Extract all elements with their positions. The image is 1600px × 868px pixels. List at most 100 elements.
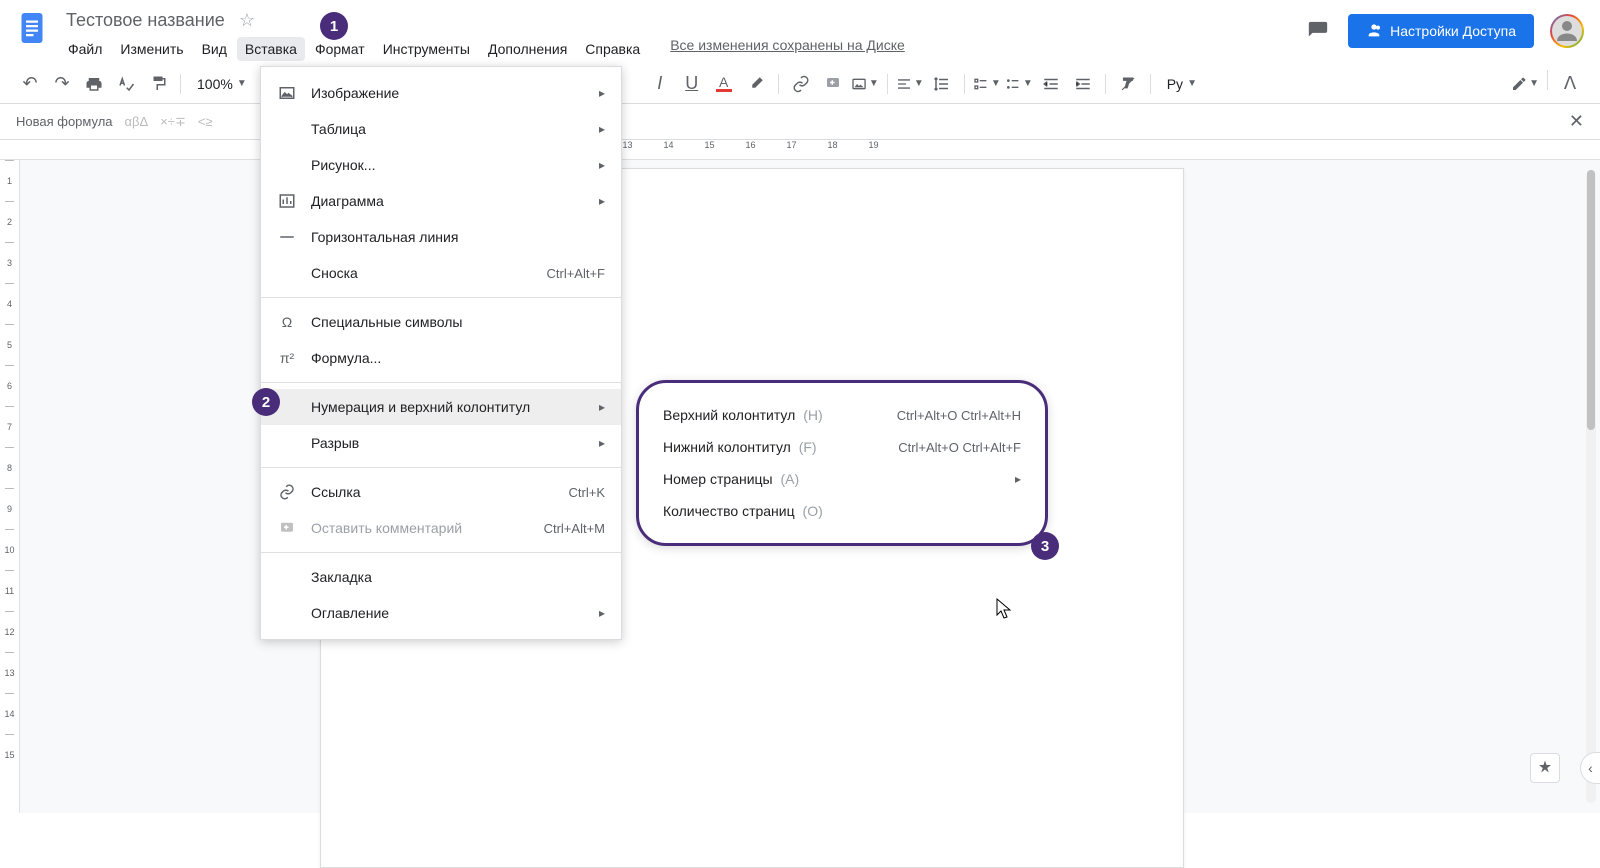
input-tools-select[interactable]: Ру▼: [1159, 72, 1205, 96]
comments-button[interactable]: [1304, 17, 1332, 45]
link-icon: [277, 482, 297, 502]
menu-help[interactable]: Справка: [577, 37, 648, 61]
header-footer-submenu: Верхний колонтитул (H) Ctrl+Alt+O Ctrl+A…: [636, 380, 1048, 546]
submenu-arrow-icon: ▸: [599, 194, 605, 208]
insert-footnote[interactable]: Сноска Ctrl+Alt+F: [261, 255, 621, 291]
insert-header-footer[interactable]: Нумерация и верхний колонтитул ▸: [261, 389, 621, 425]
checklist-button[interactable]: ▼: [973, 70, 1001, 98]
toolbar-sep: [1547, 70, 1548, 90]
share-button[interactable]: Настройки Доступа: [1348, 14, 1534, 48]
explore-button[interactable]: [1530, 753, 1560, 783]
decrease-indent-button[interactable]: [1037, 70, 1065, 98]
toolbar-sep: [1105, 74, 1106, 94]
menu-format[interactable]: Формат: [307, 37, 373, 61]
annotation-badge-3: 3: [1031, 532, 1059, 560]
editing-mode-button[interactable]: ▼: [1511, 70, 1539, 98]
toolbar-sep: [778, 74, 779, 94]
menu-tools[interactable]: Инструменты: [375, 37, 478, 61]
insert-table[interactable]: Таблица ▸: [261, 111, 621, 147]
insert-image-button[interactable]: ▼: [851, 70, 879, 98]
omega-icon: Ω: [277, 312, 297, 332]
text-color-button[interactable]: A: [710, 70, 738, 98]
submenu-arrow-icon: ▸: [599, 122, 605, 136]
submenu-page-count[interactable]: Количество страниц (O): [639, 495, 1045, 527]
operators-button[interactable]: ×÷∓: [160, 114, 186, 130]
docs-logo[interactable]: [12, 8, 52, 48]
toolbar-sep: [964, 74, 965, 94]
pi-icon: π²: [277, 348, 297, 368]
increase-indent-button[interactable]: [1069, 70, 1097, 98]
submenu-arrow-icon: ▸: [1015, 472, 1021, 486]
italic-button[interactable]: I: [646, 70, 674, 98]
save-status[interactable]: Все изменения сохранены на Диске: [670, 37, 905, 61]
scrollbar-thumb[interactable]: [1587, 170, 1595, 430]
insert-link-button[interactable]: [787, 70, 815, 98]
insert-special-chars[interactable]: Ω Специальные символы: [261, 304, 621, 340]
comment-icon: [277, 518, 297, 538]
clear-format-button[interactable]: [1114, 70, 1142, 98]
submenu-arrow-icon: ▸: [599, 158, 605, 172]
submenu-arrow-icon: ▸: [599, 436, 605, 450]
insert-comment: Оставить комментарий Ctrl+Alt+M: [261, 510, 621, 546]
zoom-select[interactable]: 100%▼: [189, 72, 255, 96]
insert-comment-button[interactable]: [819, 70, 847, 98]
menu-view[interactable]: Вид: [194, 37, 235, 61]
line-spacing-button[interactable]: [928, 70, 956, 98]
equation-toolbar: Новая формула αβΔ ×÷∓ <≥ ✕: [0, 104, 1600, 140]
menu-edit[interactable]: Изменить: [112, 37, 191, 61]
submenu-page-number[interactable]: Номер страницы (A) ▸: [639, 463, 1045, 495]
spellcheck-button[interactable]: [112, 70, 140, 98]
image-icon: [277, 83, 297, 103]
insert-break[interactable]: Разрыв ▸: [261, 425, 621, 461]
hide-menus-button[interactable]: ᐱ: [1556, 70, 1584, 98]
undo-button[interactable]: ↶: [16, 70, 44, 98]
insert-link[interactable]: Ссылка Ctrl+K: [261, 474, 621, 510]
greek-letters-button[interactable]: αβΔ: [125, 114, 149, 129]
menu-separator: [261, 552, 621, 553]
toolbar-sep: [180, 74, 181, 94]
toolbar-sep: [1150, 74, 1151, 94]
chart-icon: [277, 191, 297, 211]
menu-file[interactable]: Файл: [60, 37, 110, 61]
menu-insert[interactable]: Вставка: [237, 37, 305, 61]
insert-drawing[interactable]: Рисунок... ▸: [261, 147, 621, 183]
vertical-ruler[interactable]: 123456789101112131415: [0, 160, 20, 813]
new-equation-button[interactable]: Новая формула: [16, 114, 113, 129]
user-avatar[interactable]: [1550, 14, 1584, 48]
underline-button[interactable]: U: [678, 70, 706, 98]
bulleted-list-button[interactable]: ▼: [1005, 70, 1033, 98]
menubar: Файл Изменить Вид Вставка Формат Инструм…: [60, 37, 1304, 61]
close-equation-toolbar[interactable]: ✕: [1569, 111, 1584, 132]
submenu-footer[interactable]: Нижний колонтитул (F) Ctrl+Alt+O Ctrl+Al…: [639, 431, 1045, 463]
toolbar: ↶ ↷ 100%▼ I U A ▼ ▼ ▼ ▼ Ру▼ ▼ ᐱ: [0, 64, 1600, 104]
insert-chart[interactable]: Диаграмма ▸: [261, 183, 621, 219]
insert-bookmark[interactable]: Закладка: [261, 559, 621, 595]
toolbar-sep: [887, 74, 888, 94]
insert-equation[interactable]: π² Формула...: [261, 340, 621, 376]
horizontal-ruler[interactable]: 678910111213141516171819: [0, 140, 1600, 160]
align-button[interactable]: ▼: [896, 70, 924, 98]
doc-title[interactable]: Тестовое название: [60, 8, 231, 33]
print-button[interactable]: [80, 70, 108, 98]
submenu-arrow-icon: ▸: [599, 606, 605, 620]
submenu-header[interactable]: Верхний колонтитул (H) Ctrl+Alt+O Ctrl+A…: [639, 399, 1045, 431]
relations-button[interactable]: <≥: [198, 114, 213, 129]
paint-format-button[interactable]: [144, 70, 172, 98]
star-icon[interactable]: ☆: [239, 10, 255, 31]
vertical-scrollbar[interactable]: [1586, 170, 1596, 803]
submenu-arrow-icon: ▸: [599, 86, 605, 100]
submenu-arrow-icon: ▸: [599, 400, 605, 414]
highlight-button[interactable]: [742, 70, 770, 98]
share-button-label: Настройки Доступа: [1390, 23, 1516, 39]
insert-hr[interactable]: Горизонтальная линия: [261, 219, 621, 255]
insert-menu-dropdown: Изображение ▸ Таблица ▸ Рисунок... ▸ Диа…: [260, 66, 622, 640]
insert-image[interactable]: Изображение ▸: [261, 75, 621, 111]
menu-addons[interactable]: Дополнения: [480, 37, 575, 61]
mouse-cursor-icon: [996, 598, 1012, 620]
hr-icon: [277, 227, 297, 247]
annotation-badge-1: 1: [320, 12, 348, 40]
redo-button[interactable]: ↷: [48, 70, 76, 98]
menu-separator: [261, 467, 621, 468]
insert-toc[interactable]: Оглавление ▸: [261, 595, 621, 631]
side-panel-toggle[interactable]: ‹: [1580, 752, 1600, 784]
